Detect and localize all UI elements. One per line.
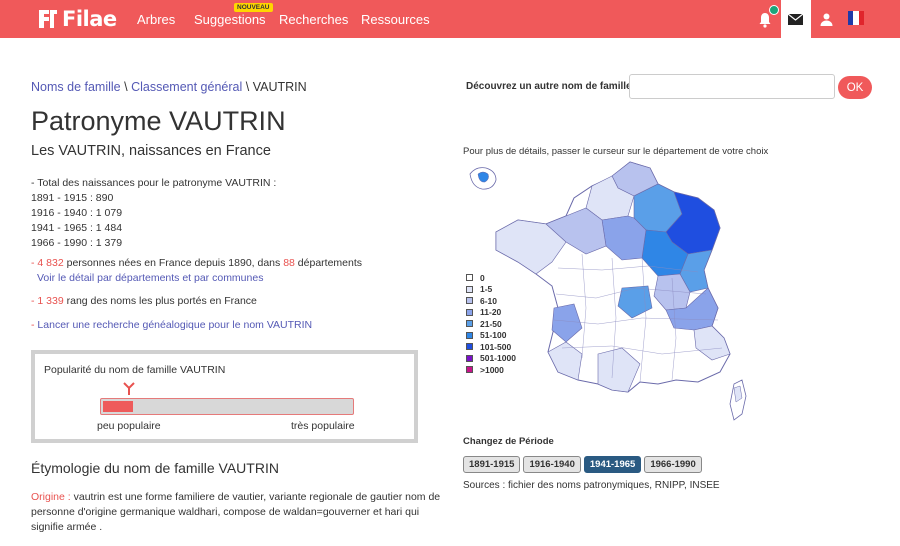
- stats-row: 1916 - 1940 : 1 079: [31, 207, 123, 219]
- filae-logo-icon: [39, 10, 57, 28]
- nav-arbres[interactable]: Arbres: [137, 12, 175, 27]
- legend-item: 21-50: [466, 318, 516, 330]
- legend-item: 101-500: [466, 341, 516, 353]
- births-text: départements: [294, 257, 363, 269]
- period-button-1941-1965[interactable]: 1941-1965: [583, 456, 642, 473]
- mail-icon: [788, 14, 803, 25]
- period-button-1891-1915[interactable]: 1891-1915: [463, 456, 521, 473]
- new-badge: NOUVEAU: [234, 3, 273, 12]
- discover-label: Découvrez un autre nom de famille: [466, 81, 632, 92]
- legend-label: 101-500: [480, 341, 512, 352]
- user-icon: [820, 13, 833, 26]
- legend-label: 51-100: [480, 330, 507, 341]
- legend-swatch: [466, 297, 473, 305]
- birth-stats: - Total des naissances pour le patronyme…: [31, 176, 276, 251]
- sources-text: Sources : fichier des noms patronymiques…: [463, 480, 720, 491]
- legend-swatch: [466, 331, 473, 339]
- legend-label: 11-20: [480, 307, 502, 318]
- legend-item: 6-10: [466, 295, 516, 307]
- departments-count: 88: [283, 257, 295, 269]
- legend-swatch: [466, 320, 473, 328]
- legend-label: 0: [480, 272, 485, 283]
- map-hint: Pour plus de détails, passer le curseur …: [463, 146, 769, 157]
- origin-text: vautrin est une forme familiere de vauti…: [31, 491, 441, 533]
- etymology-title: Étymologie du nom de famille VAUTRIN: [31, 460, 279, 476]
- legend-swatch: [466, 343, 473, 351]
- period-selector: 1891-1915 1916-1940 1941-1965 1966-1990: [463, 456, 702, 473]
- period-title: Changez de Période: [463, 436, 554, 447]
- legend-item: 1-5: [466, 284, 516, 296]
- stats-header: - Total des naissances pour le patronyme…: [31, 177, 277, 189]
- breadcrumb-current: VAUTRIN: [252, 80, 307, 94]
- notifications-button[interactable]: [752, 0, 780, 38]
- top-navbar: Filae Arbres Suggestions NOUVEAU Recherc…: [0, 0, 900, 38]
- surname-search-input[interactable]: [629, 74, 835, 99]
- legend-swatch: [466, 366, 473, 374]
- account-button[interactable]: [814, 0, 840, 38]
- legend-swatch: [466, 274, 473, 282]
- nav-ressources[interactable]: Ressources: [361, 12, 430, 27]
- french-flag-icon[interactable]: [848, 11, 864, 25]
- legend-item: 51-100: [466, 330, 516, 342]
- stats-row: 1891 - 1915 : 890: [31, 192, 114, 204]
- notification-dot: [769, 5, 779, 15]
- logo-text: Filae: [62, 7, 117, 31]
- page-subtitle: Les VAUTRIN, naissances en France: [31, 143, 271, 159]
- popularity-bar-fill: [103, 401, 133, 412]
- births-summary: - 4 832 personnes nées en France depuis …: [31, 257, 362, 269]
- detail-link[interactable]: Voir le détail par départements et par c…: [37, 272, 263, 284]
- popularity-low-label: peu populaire: [97, 420, 161, 432]
- nav-suggestions[interactable]: Suggestions: [194, 12, 266, 27]
- legend-item: >1000: [466, 364, 516, 376]
- map-legend: 0 1-5 6-10 11-20 21-50 51-100 101-500 50…: [466, 272, 516, 376]
- period-button-1916-1940[interactable]: 1916-1940: [523, 456, 581, 473]
- legend-label: >1000: [480, 364, 504, 375]
- breadcrumb: Noms de famille \ Classement général \ V…: [31, 80, 307, 94]
- legend-label: 501-1000: [480, 353, 516, 364]
- legend-swatch: [466, 285, 473, 293]
- genealogy-search-link[interactable]: Lancer une recherche généalogique pour l…: [37, 319, 312, 331]
- messages-button[interactable]: [781, 0, 811, 38]
- legend-label: 21-50: [480, 318, 502, 329]
- legend-label: 1-5: [480, 284, 493, 295]
- search-line: - Lancer une recherche généalogique pour…: [31, 319, 312, 331]
- rank-line: - 1 339 rang des noms les plus portés en…: [31, 295, 257, 307]
- rank-text: rang des noms les plus portés en France: [63, 295, 257, 307]
- legend-item: 11-20: [466, 307, 516, 319]
- births-text: personnes nées en France depuis 1890, da…: [63, 257, 284, 269]
- births-count: 4 832: [37, 257, 64, 269]
- bell-icon: [759, 13, 771, 28]
- period-button-1966-1990[interactable]: 1966-1990: [644, 456, 702, 473]
- legend-label: 6-10: [480, 295, 498, 306]
- legend-item: 501-1000: [466, 353, 516, 365]
- breadcrumb-sep: \: [245, 80, 250, 94]
- breadcrumb-sep: \: [124, 80, 128, 94]
- etymology-text: Origine : vautrin est une forme familier…: [31, 490, 441, 535]
- origin-label: Origine :: [31, 491, 71, 503]
- stats-row: 1966 - 1990 : 1 379: [31, 237, 123, 249]
- popularity-box: Popularité du nom de famille VAUTRIN peu…: [31, 350, 418, 443]
- popularity-marker-icon: [123, 382, 135, 395]
- legend-item: 0: [466, 272, 516, 284]
- popularity-bar: [100, 398, 354, 415]
- stats-row: 1941 - 1965 : 1 484: [31, 222, 123, 234]
- rank-value: 1 339: [37, 295, 64, 307]
- legend-swatch: [466, 308, 473, 316]
- page-title: Patronyme VAUTRIN: [31, 106, 286, 136]
- ok-button[interactable]: OK: [838, 76, 872, 99]
- filae-logo[interactable]: Filae: [36, 6, 117, 32]
- popularity-high-label: très populaire: [291, 420, 355, 432]
- breadcrumb-classement[interactable]: Classement général: [131, 80, 242, 94]
- breadcrumb-noms[interactable]: Noms de famille: [31, 80, 121, 94]
- nav-recherches[interactable]: Recherches: [279, 12, 348, 27]
- legend-swatch: [466, 354, 473, 362]
- popularity-title: Popularité du nom de famille VAUTRIN: [44, 364, 226, 376]
